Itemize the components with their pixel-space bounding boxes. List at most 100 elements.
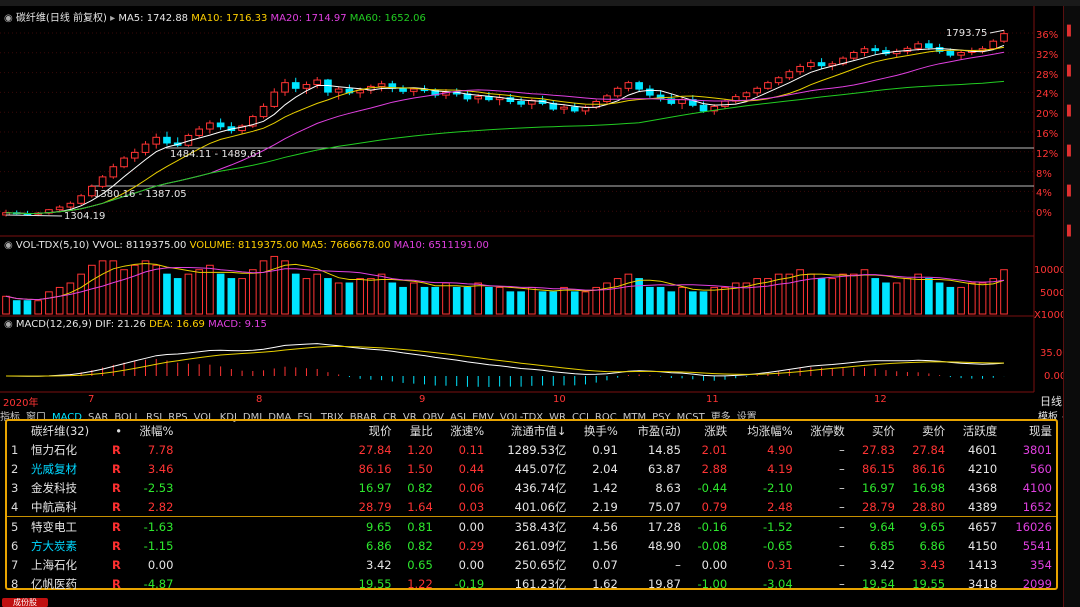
dif-value: DIF: 21.26: [95, 319, 146, 330]
candle-body: [55, 206, 64, 211]
volume-settings-icon[interactable]: ◉: [4, 240, 13, 251]
kline-chart[interactable]: [0, 0, 1063, 408]
activity: 4601: [967, 442, 998, 457]
constituents-tab[interactable]: 成份股: [2, 598, 48, 607]
bid-price: 86.15: [862, 461, 895, 476]
candle-body: [914, 43, 922, 49]
candle-body: [774, 77, 783, 84]
price-settings-icon[interactable]: ◉: [4, 13, 13, 24]
volume-bar: [216, 273, 225, 315]
ma60-value: MA60: 1652.06: [349, 13, 426, 24]
avg-change: 4.90: [767, 442, 793, 457]
avg-change: 0.31: [767, 557, 793, 572]
col-pe[interactable]: 市盈(动): [622, 421, 685, 440]
volume-ratio: 0.82: [407, 480, 433, 495]
col-spacer: [177, 421, 345, 440]
bid-price: 16.97: [862, 480, 895, 495]
candle-body: [721, 100, 729, 107]
limit-count: –: [839, 461, 845, 476]
row-index: 1: [11, 442, 19, 457]
speed: 0.00: [436, 516, 489, 536]
col-ask[interactable]: 卖价: [899, 421, 949, 440]
sidebar-tab-icon[interactable]: ▌: [1067, 226, 1075, 237]
col-turnover[interactable]: 换手%: [570, 421, 621, 440]
col-limit-count[interactable]: 涨停数: [797, 421, 849, 440]
ma10-value: MA10: 1716.33: [191, 13, 268, 24]
stock-name: 金发科技: [31, 480, 77, 495]
col-activity[interactable]: 活跃度: [949, 421, 1001, 440]
col-volume-ratio[interactable]: 量比: [396, 421, 437, 440]
price-legend: ◉ 碳纤维(日线 前复权) ▸ MA5: 1742.88 MA10: 1716.…: [4, 9, 426, 24]
pe-ratio: 48.90: [647, 538, 681, 553]
ask-price: 19.55: [912, 576, 946, 591]
range-label-1: 1484.11 - 1489.61: [170, 149, 263, 160]
candle-body: [377, 83, 386, 87]
candle-body: [66, 202, 75, 208]
sidebar-tab-icon[interactable]: ▌: [1067, 66, 1075, 77]
volume-bar: [23, 300, 32, 315]
col-price[interactable]: 现价: [345, 421, 395, 440]
volume-bar: [506, 291, 515, 315]
candle-body: [860, 48, 869, 54]
table-row[interactable]: 6 方大炭素 R -1.15 6.86 0.82 0.29 261.09亿 1.56 48.90 -…: [7, 536, 1056, 555]
row-index: 5: [7, 516, 27, 536]
bid-price: 19.54: [862, 576, 895, 591]
volume-bar: [828, 278, 837, 315]
current-volume: 3801: [1022, 442, 1052, 457]
volume-ma5-value: MA5: 7666678.00: [301, 240, 391, 251]
sidebar-tab-icon[interactable]: ▌: [1067, 106, 1075, 117]
candle-body: [946, 50, 955, 56]
table-row[interactable]: 5 特变电工 R -1.63 9.65 0.81 0.00 358.43亿 4.56 17.28-…: [7, 516, 1056, 536]
pe-ratio: –: [675, 557, 681, 572]
pe-ratio: 8.63: [655, 480, 681, 495]
dif-line: [5, 343, 1005, 377]
ma20-value: MA20: 1714.97: [270, 13, 347, 24]
candle-body: [281, 82, 289, 93]
date-label: 10: [553, 394, 566, 405]
table-row[interactable]: 1 恒力石化 R 7.78 27.84 1.20 0.11 1289.53亿 0.91 14.85…: [7, 440, 1056, 459]
candle-body: [1000, 33, 1008, 42]
volume-bar: [613, 278, 622, 315]
sidebar-tab-icon[interactable]: ▌: [1067, 146, 1075, 157]
right-sidebar[interactable]: ▌ ▌ ▌ ▌ ▌ ▌: [1063, 6, 1080, 607]
table-row[interactable]: 3 金发科技 R -2.53 16.97 0.82 0.06 436.74亿 1.42 8.63 -…: [7, 478, 1056, 497]
price-diff: 0.79: [701, 499, 728, 514]
volume-bar: [291, 273, 300, 315]
volume-bar: [334, 282, 343, 315]
date-label: 7: [88, 394, 95, 405]
pe-ratio: 14.85: [647, 442, 681, 457]
volume-ratio: 1.64: [407, 499, 433, 514]
volume-bar: [892, 282, 901, 315]
volume-bar: [967, 282, 976, 315]
candle-body: [989, 40, 998, 50]
market-cap: 445.07亿: [514, 461, 567, 476]
stock-name: 亿帆医药: [31, 576, 77, 591]
col-avg-change[interactable]: 均涨幅%: [731, 421, 797, 440]
bid-price: 3.42: [869, 557, 895, 572]
table-row[interactable]: 4 中航高科 R 2.82 28.79 1.64 0.03 401.06亿 2.19 75.07 0…: [7, 497, 1056, 517]
col-diff[interactable]: 涨跌: [685, 421, 731, 440]
macd-settings-icon[interactable]: ◉: [4, 319, 13, 330]
col-name[interactable]: 碳纤维(32): [27, 421, 108, 440]
col-bid[interactable]: 买价: [849, 421, 899, 440]
col-speed[interactable]: 涨速%: [437, 421, 488, 440]
volume-bar: [12, 300, 21, 315]
candle-body: [603, 95, 611, 103]
low-marker: [5, 214, 63, 217]
table-row[interactable]: 7 上海石化 R 0.00 3.42 0.65 0.00 250.65亿 0.07 – 0.00 0.…: [7, 555, 1056, 574]
activity: 4368: [967, 480, 998, 495]
table-row[interactable]: 8 亿帆医药 R -4.87 19.55 1.22 -0.19 161.23亿 1.62 19.8…: [7, 574, 1056, 593]
date-label: 11: [706, 394, 719, 405]
sidebar-tab-icon[interactable]: ▌: [1067, 186, 1075, 197]
limit-count: –: [839, 576, 845, 591]
col-market-cap[interactable]: 流通市值↓: [488, 421, 570, 440]
table-row[interactable]: 2 光威复材 R 3.46 86.16 1.50 0.44 445.07亿 2.04 63.87 2…: [7, 459, 1056, 478]
volume-bar: [66, 282, 75, 315]
candle-body: [270, 91, 279, 107]
period-label[interactable]: 日线: [1040, 393, 1062, 409]
col-current-volume[interactable]: 现量: [1001, 421, 1056, 440]
price-arrow-icon: ▸: [110, 13, 116, 24]
col-change-pct[interactable]: 涨幅%: [126, 421, 177, 440]
candle-body: [753, 87, 762, 94]
sidebar-tab-icon[interactable]: ▌: [1067, 26, 1075, 37]
